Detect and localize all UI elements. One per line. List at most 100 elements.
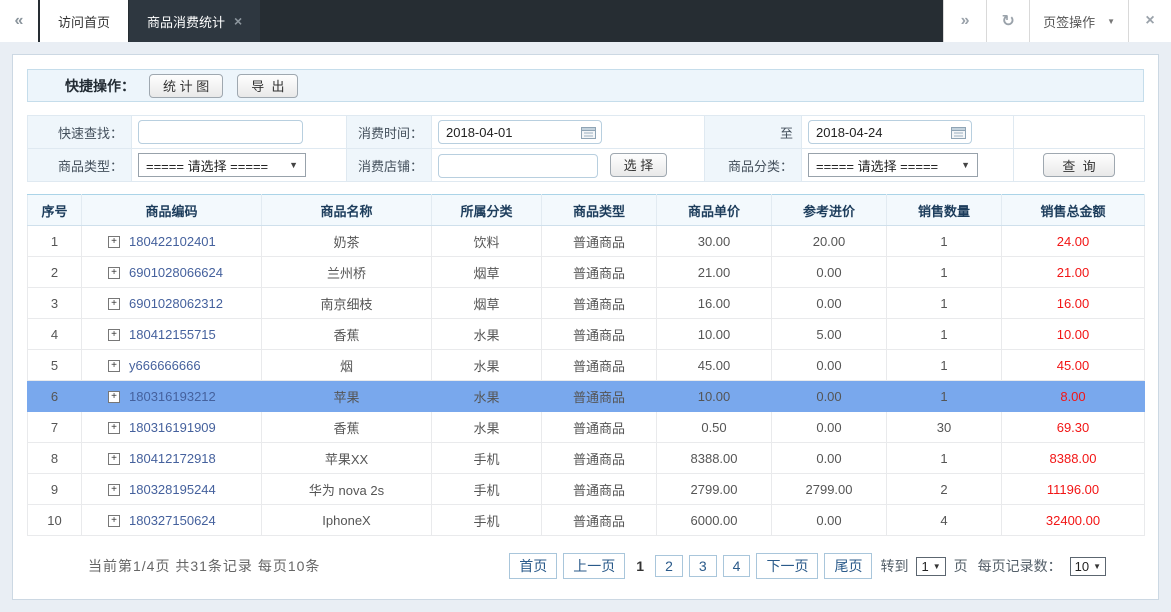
cell-product-type: 普通商品 (542, 319, 657, 350)
cell-category: 水果 (432, 412, 542, 443)
goto-page-select[interactable]: 1 ▼ (916, 557, 945, 576)
cell-category: 水果 (432, 319, 542, 350)
product-type-select[interactable]: ===== 请选择 ===== ▼ (138, 153, 306, 177)
cell-sales-total: 69.30 (1002, 412, 1145, 443)
cell-product-type: 普通商品 (542, 505, 657, 536)
product-code-link[interactable]: 180316193212 (129, 389, 216, 404)
expand-row-icon[interactable]: + (108, 298, 120, 310)
table-row[interactable]: 4+180412155715香蕉水果普通商品10.005.00110.00 (28, 319, 1145, 350)
cell-reference-price: 0.00 (772, 412, 887, 443)
cell-unit-price: 10.00 (657, 381, 772, 412)
tab-bar-spacer (261, 0, 943, 42)
column-header[interactable]: 商品名称 (262, 195, 432, 226)
cell-row-number: 4 (28, 319, 82, 350)
page-number-button[interactable]: 4 (723, 555, 751, 577)
expand-row-icon[interactable]: + (108, 360, 120, 372)
expand-row-icon[interactable]: + (108, 453, 120, 465)
cell-unit-price: 16.00 (657, 288, 772, 319)
product-code-link[interactable]: 180412155715 (129, 327, 216, 342)
cell-product-code: +180328195244 (82, 474, 262, 505)
cell-product-type: 普通商品 (542, 257, 657, 288)
expand-row-icon[interactable]: + (108, 484, 120, 496)
refresh-button[interactable]: ↻ (986, 0, 1029, 42)
last-page-button[interactable]: 尾页 (824, 553, 872, 579)
statistics-chart-button[interactable]: 统 计 图 (149, 74, 223, 98)
expand-row-icon[interactable]: + (108, 515, 120, 527)
tab-product-consumption-stats[interactable]: 商品消费统计 × (129, 0, 260, 42)
column-header[interactable]: 销售总金额 (1002, 195, 1145, 226)
table-row[interactable]: 1+180422102401奶茶饮料普通商品30.0020.00124.00 (28, 226, 1145, 257)
product-code-link[interactable]: 180422102401 (129, 234, 216, 249)
cell-product-code: +180316193212 (82, 381, 262, 412)
table-row[interactable]: 8+180412172918苹果XX手机普通商品8388.000.0018388… (28, 443, 1145, 474)
product-code-link[interactable]: 180327150624 (129, 513, 216, 528)
scroll-tabs-left-button[interactable]: « (0, 0, 38, 42)
cell-sales-quantity: 1 (887, 319, 1002, 350)
pagination-controls: 首页 上一页 1234 下一页 尾页 转到 1 ▼ 页 每页记录数： 10 ▼ (509, 553, 1106, 579)
column-header[interactable]: 所属分类 (432, 195, 542, 226)
product-code-link[interactable]: 180316191909 (129, 420, 216, 435)
shop-input[interactable] (438, 154, 598, 178)
cell-product-name: 香蕉 (262, 412, 432, 443)
scroll-tabs-right-button[interactable]: » (943, 0, 986, 42)
category-select[interactable]: ===== 请选择 ===== ▼ (808, 153, 978, 177)
per-page-value: 10 (1075, 559, 1089, 574)
column-header[interactable]: 商品类型 (542, 195, 657, 226)
product-code-link[interactable]: 6901028066624 (129, 265, 223, 280)
calendar-icon[interactable] (581, 126, 596, 139)
current-page-indicator: 1 (631, 556, 649, 576)
expand-row-icon[interactable]: + (108, 329, 120, 341)
date-to-input[interactable] (816, 125, 926, 140)
table-row[interactable]: 3+6901028062312南京细枝烟草普通商品16.000.00116.00 (28, 288, 1145, 319)
tab-home[interactable]: 访问首页 (40, 0, 128, 42)
column-header[interactable]: 商品单价 (657, 195, 772, 226)
cell-product-name: IphoneX (262, 505, 432, 536)
page-number-button[interactable]: 3 (689, 555, 717, 577)
expand-row-icon[interactable]: + (108, 267, 120, 279)
table-row[interactable]: 5+y666666666烟水果普通商品45.000.00145.00 (28, 350, 1145, 381)
choose-shop-button[interactable]: 选 择 (610, 153, 668, 177)
expand-row-icon[interactable]: + (108, 236, 120, 248)
tab-close-icon[interactable]: × (234, 13, 242, 29)
quick-search-input[interactable] (138, 120, 303, 144)
close-all-tabs-button[interactable]: × (1128, 0, 1171, 42)
table-row[interactable]: 10+180327150624IphoneX手机普通商品6000.000.004… (28, 505, 1145, 536)
first-page-button[interactable]: 首页 (509, 553, 557, 579)
per-page-select[interactable]: 10 ▼ (1070, 557, 1106, 576)
table-header-row: 序号商品编码商品名称所属分类商品类型商品单价参考进价销售数量销售总金额 (28, 195, 1145, 226)
product-code-link[interactable]: 180328195244 (129, 482, 216, 497)
column-header[interactable]: 参考进价 (772, 195, 887, 226)
shop-label: 消费店铺： (347, 149, 432, 182)
calendar-icon[interactable] (951, 126, 966, 139)
tab-actions-dropdown[interactable]: 页签操作 ▼ (1029, 0, 1128, 42)
cell-category: 烟草 (432, 288, 542, 319)
page-number-button[interactable]: 2 (655, 555, 683, 577)
date-from-input[interactable] (446, 125, 556, 140)
cell-sales-quantity: 2 (887, 474, 1002, 505)
cell-sales-quantity: 1 (887, 443, 1002, 474)
filter-empty-cell (1014, 116, 1145, 149)
table-row[interactable]: 6+180316193212苹果水果普通商品10.000.0018.00 (28, 381, 1145, 412)
expand-row-icon[interactable]: + (108, 391, 120, 403)
column-header[interactable]: 序号 (28, 195, 82, 226)
column-header[interactable]: 销售数量 (887, 195, 1002, 226)
cell-row-number: 3 (28, 288, 82, 319)
query-button[interactable]: 查 询 (1043, 153, 1115, 177)
product-code-link[interactable]: 180412172918 (129, 451, 216, 466)
date-range-to-label: 至 (705, 116, 802, 149)
consume-time-label: 消费时间： (347, 116, 432, 149)
product-code-link[interactable]: 6901028062312 (129, 296, 223, 311)
table-row[interactable]: 2+6901028066624兰州桥烟草普通商品21.000.00121.00 (28, 257, 1145, 288)
page-content: 快捷操作： 统 计 图 导 出 快速查找： 消费时间： (0, 42, 1171, 612)
export-button[interactable]: 导 出 (237, 74, 298, 98)
prev-page-button[interactable]: 上一页 (563, 553, 625, 579)
quick-search-label: 快速查找： (28, 116, 132, 149)
next-page-button[interactable]: 下一页 (756, 553, 818, 579)
column-header[interactable]: 商品编码 (82, 195, 262, 226)
expand-row-icon[interactable]: + (108, 422, 120, 434)
cell-sales-total: 21.00 (1002, 257, 1145, 288)
table-row[interactable]: 7+180316191909香蕉水果普通商品0.500.003069.30 (28, 412, 1145, 443)
product-code-link[interactable]: y666666666 (129, 358, 201, 373)
table-row[interactable]: 9+180328195244华为 nova 2s手机普通商品2799.00279… (28, 474, 1145, 505)
main-panel: 快捷操作： 统 计 图 导 出 快速查找： 消费时间： (12, 54, 1159, 600)
